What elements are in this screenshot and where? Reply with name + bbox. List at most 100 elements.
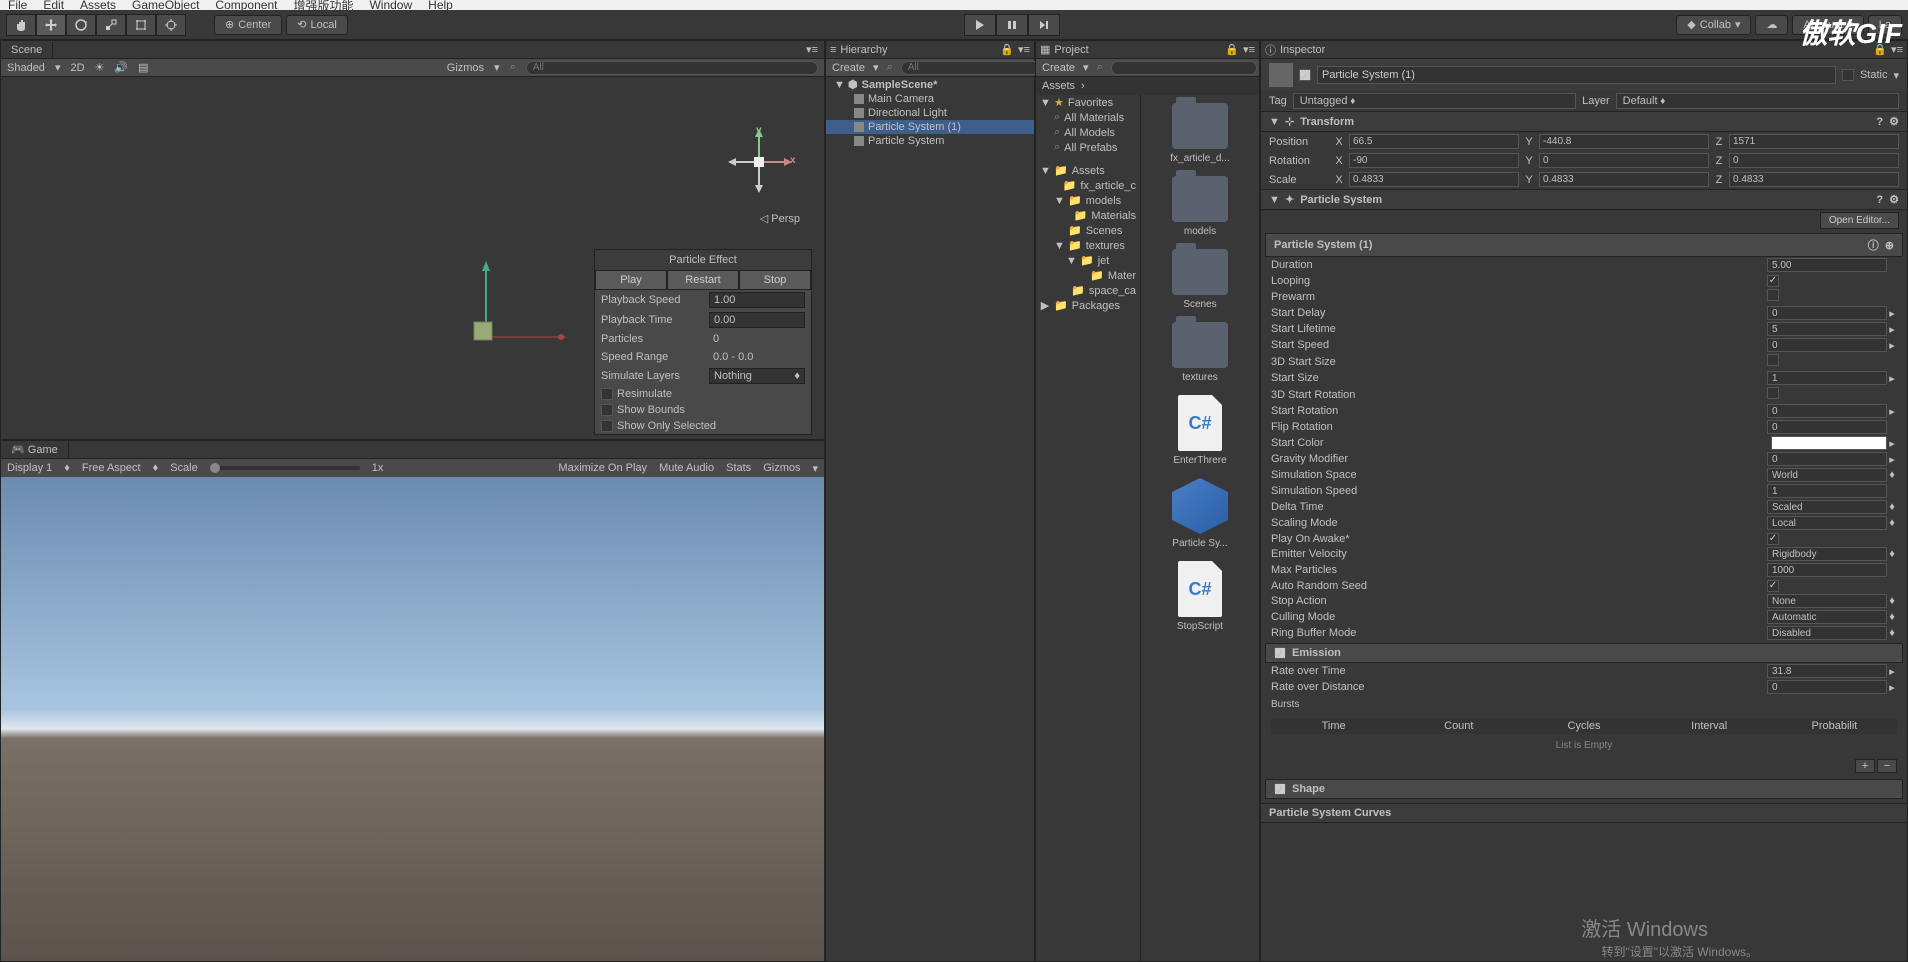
hierarchy-search[interactable]	[901, 61, 1047, 75]
dropdown-arrow[interactable]: ▸	[1887, 437, 1897, 450]
step-button[interactable]	[1028, 14, 1060, 36]
game-tab[interactable]: 🎮 Game	[1, 441, 69, 458]
project-create[interactable]: Create	[1042, 62, 1075, 74]
project-tree-item[interactable]: ▼📁jet	[1036, 253, 1140, 268]
scale-y[interactable]	[1539, 172, 1709, 187]
hierarchy-item[interactable]: Directional Light	[826, 106, 1034, 120]
open-editor-button[interactable]: Open Editor...	[1820, 212, 1899, 229]
show-bounds-checkbox[interactable]	[601, 404, 613, 416]
particle-play-button[interactable]: Play	[595, 270, 667, 290]
scene-root[interactable]: ▼⬢SampleScene*	[826, 77, 1034, 92]
panel-menu-icon[interactable]: ▾≡	[1891, 43, 1903, 56]
panel-options-icon[interactable]: ▾≡	[800, 43, 824, 56]
dropdown-arrow[interactable]: ♦	[1887, 627, 1897, 639]
rot-y[interactable]	[1539, 153, 1709, 168]
prop-value[interactable]: World	[1767, 468, 1887, 482]
dropdown-arrow[interactable]: ▸	[1887, 372, 1897, 385]
main-module[interactable]: Particle System (1)ⓘ⊕	[1265, 233, 1903, 257]
scale-x[interactable]	[1349, 172, 1519, 187]
project-search[interactable]	[1111, 61, 1257, 75]
panel-lock-icon[interactable]: 🔒	[1873, 43, 1887, 56]
dropdown-arrow[interactable]: ▸	[1887, 323, 1897, 336]
asset-item[interactable]: Scenes	[1172, 249, 1228, 310]
hierarchy-item[interactable]: Particle System	[826, 134, 1034, 148]
hierarchy-item[interactable]: Particle System (1)	[826, 120, 1034, 134]
scale-z[interactable]	[1729, 172, 1899, 187]
settings-icon[interactable]: ⚙	[1889, 193, 1899, 206]
aspect-dropdown[interactable]: Free Aspect	[82, 462, 141, 474]
dropdown-arrow[interactable]: ▸	[1887, 405, 1897, 418]
prop-checkbox[interactable]	[1767, 533, 1779, 545]
menu-edit[interactable]: Edit	[43, 0, 64, 12]
rect-tool[interactable]	[126, 14, 156, 36]
rate-dist-value[interactable]: 0	[1767, 680, 1887, 694]
packages-folder[interactable]: ▶📁Packages	[1036, 298, 1140, 313]
prop-value[interactable]: 1	[1767, 484, 1887, 498]
project-tree-item[interactable]: 📁Mater	[1036, 268, 1140, 283]
scene-object[interactable]	[466, 257, 586, 360]
move-tool[interactable]	[36, 14, 66, 36]
rot-z[interactable]	[1729, 153, 1899, 168]
cloud-button[interactable]: ☁	[1755, 15, 1788, 35]
resimulate-checkbox[interactable]	[601, 388, 613, 400]
burst-add-button[interactable]: +	[1855, 759, 1875, 773]
prop-value[interactable]: 5.00	[1767, 258, 1887, 272]
favorite-item[interactable]: ⌕All Prefabs	[1036, 140, 1140, 155]
color-swatch[interactable]	[1771, 436, 1887, 450]
hierarchy-create[interactable]: Create	[832, 62, 865, 74]
asset-item[interactable]: C#EnterThrere	[1173, 395, 1226, 466]
maximize-toggle[interactable]: Maximize On Play	[558, 462, 647, 474]
prop-checkbox[interactable]	[1767, 275, 1779, 287]
menu-help[interactable]: Help	[428, 0, 453, 12]
game-viewport[interactable]	[1, 477, 824, 961]
pause-button[interactable]	[996, 14, 1028, 36]
persp-label[interactable]: ◁ Persp	[760, 212, 800, 225]
menu-enhanced[interactable]: 增强版功能	[293, 0, 353, 14]
transform-component[interactable]: ▼⊹Transform?⚙	[1261, 111, 1907, 132]
transform-tool[interactable]	[156, 14, 186, 36]
dropdown-arrow[interactable]: ♦	[1887, 595, 1897, 607]
shape-module[interactable]: ✓Shape	[1265, 779, 1903, 799]
2d-toggle[interactable]: 2D	[70, 62, 84, 74]
mute-toggle[interactable]: Mute Audio	[659, 462, 714, 474]
project-tree-item[interactable]: 📁Scenes	[1036, 223, 1140, 238]
prop-value[interactable]: 0	[1767, 338, 1887, 352]
menu-window[interactable]: Window	[369, 0, 412, 12]
help-icon[interactable]: ?	[1876, 116, 1883, 128]
dropdown-arrow[interactable]: ♦	[1887, 501, 1897, 513]
panel-lock-icon[interactable]: 🔒	[1000, 43, 1014, 56]
pos-z[interactable]	[1729, 134, 1899, 149]
prop-value[interactable]: Disabled	[1767, 626, 1887, 640]
project-tree-item[interactable]: 📁space_ca	[1036, 283, 1140, 298]
rotate-tool[interactable]	[66, 14, 96, 36]
favorite-item[interactable]: ⌕All Models	[1036, 125, 1140, 140]
show-only-selected-checkbox[interactable]	[601, 420, 613, 432]
prop-checkbox[interactable]	[1767, 354, 1779, 366]
prop-checkbox[interactable]	[1767, 387, 1779, 399]
panel-menu-icon[interactable]: ▾≡	[1018, 43, 1030, 56]
favorites-folder[interactable]: ▼★Favorites	[1036, 95, 1140, 110]
particle-stop-button[interactable]: Stop	[739, 270, 811, 290]
project-tree-item[interactable]: 📁Materials	[1036, 208, 1140, 223]
stats-toggle[interactable]: Stats	[726, 462, 751, 474]
curve-arrow[interactable]: ▸	[1887, 681, 1897, 694]
info-icon[interactable]: ⓘ	[1868, 237, 1879, 253]
dropdown-arrow[interactable]: ▸	[1887, 339, 1897, 352]
static-checkbox[interactable]	[1842, 69, 1854, 81]
scale-slider[interactable]	[210, 466, 360, 470]
dropdown-arrow[interactable]: ♦	[1887, 517, 1897, 529]
collab-dropdown[interactable]: ◆Collab▾	[1676, 15, 1751, 35]
menu-component[interactable]: Component	[215, 0, 277, 12]
prop-value[interactable]: None	[1767, 594, 1887, 608]
prop-value[interactable]: 0	[1767, 404, 1887, 418]
burst-remove-button[interactable]: −	[1877, 759, 1897, 773]
asset-item[interactable]: models	[1172, 176, 1228, 237]
asset-item[interactable]: C#StopScript	[1177, 561, 1223, 632]
asset-item[interactable]: Particle Sy...	[1172, 478, 1228, 549]
scene-viewport[interactable]: y x ◁ Persp Particle Effect	[1, 77, 824, 439]
playback-speed-value[interactable]: 1.00	[709, 292, 805, 308]
settings-icon[interactable]: ⚙	[1889, 115, 1899, 128]
prop-value[interactable]: 5	[1767, 322, 1887, 336]
prop-value[interactable]: 0	[1767, 420, 1887, 434]
dropdown-arrow[interactable]: ♦	[1887, 469, 1897, 481]
